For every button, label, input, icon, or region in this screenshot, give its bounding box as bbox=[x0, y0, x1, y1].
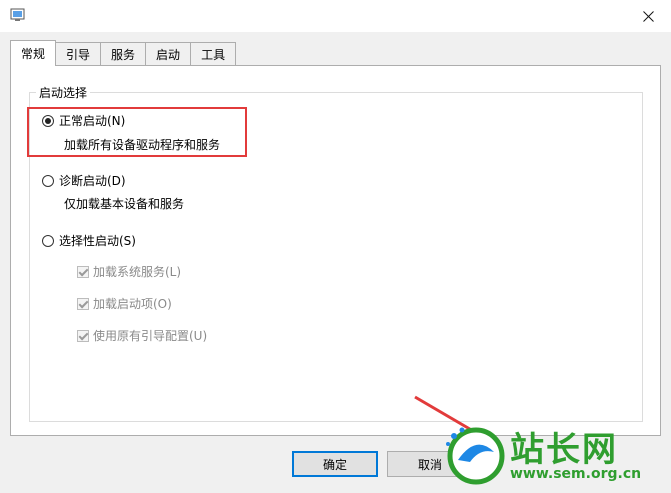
tab-strip: 常规 引导 服务 启动 工具 bbox=[10, 40, 237, 66]
load-startup-items-checkbox[interactable]: 加载启动项(O) bbox=[77, 295, 172, 312]
selective-startup-label: 选择性启动(S) bbox=[59, 234, 136, 248]
radio-indicator bbox=[42, 234, 54, 247]
checkbox-label: 加载启动项(O) bbox=[93, 297, 172, 311]
normal-startup-desc: 加载所有设备驱动程序和服务 bbox=[64, 138, 221, 152]
normal-startup-label: 正常启动(N) bbox=[59, 114, 126, 128]
diagnostic-startup-label: 诊断启动(D) bbox=[59, 174, 126, 188]
checkbox-indicator bbox=[77, 329, 89, 342]
close-icon bbox=[642, 10, 654, 22]
tab-startup[interactable]: 启动 bbox=[145, 42, 192, 65]
normal-startup-radio[interactable]: 正常启动(N) bbox=[42, 112, 125, 129]
radio-indicator bbox=[42, 174, 54, 187]
checkbox-label: 使用原有引导配置(U) bbox=[93, 329, 208, 343]
checkbox-label: 加载系统服务(L) bbox=[93, 265, 182, 279]
checkbox-indicator bbox=[77, 297, 89, 310]
tab-tools[interactable]: 工具 bbox=[190, 42, 237, 65]
tab-boot[interactable]: 引导 bbox=[55, 42, 102, 65]
watermark-logo-icon bbox=[446, 427, 505, 485]
group-title: 启动选择 bbox=[36, 84, 91, 101]
checkbox-indicator bbox=[77, 265, 89, 278]
ok-button[interactable]: 确定 bbox=[292, 451, 378, 477]
watermark-url: www.sem.org.cn bbox=[510, 466, 642, 482]
use-original-boot-config-checkbox[interactable]: 使用原有引导配置(U) bbox=[77, 327, 207, 344]
tab-general[interactable]: 常规 bbox=[10, 40, 57, 66]
close-button[interactable] bbox=[625, 0, 671, 32]
selective-startup-radio[interactable]: 选择性启动(S) bbox=[42, 232, 136, 249]
watermark-brand: 站长网 bbox=[510, 430, 618, 470]
radio-indicator bbox=[42, 114, 54, 127]
watermark: 站长网 www.sem.org.cn bbox=[440, 410, 671, 493]
tab-services[interactable]: 服务 bbox=[100, 42, 147, 65]
diagnostic-startup-desc: 仅加载基本设备和服务 bbox=[64, 197, 185, 211]
title-bar bbox=[0, 0, 671, 32]
load-system-services-checkbox[interactable]: 加载系统服务(L) bbox=[77, 263, 181, 280]
msconfig-icon bbox=[10, 8, 26, 22]
diagnostic-startup-radio[interactable]: 诊断启动(D) bbox=[42, 172, 126, 189]
